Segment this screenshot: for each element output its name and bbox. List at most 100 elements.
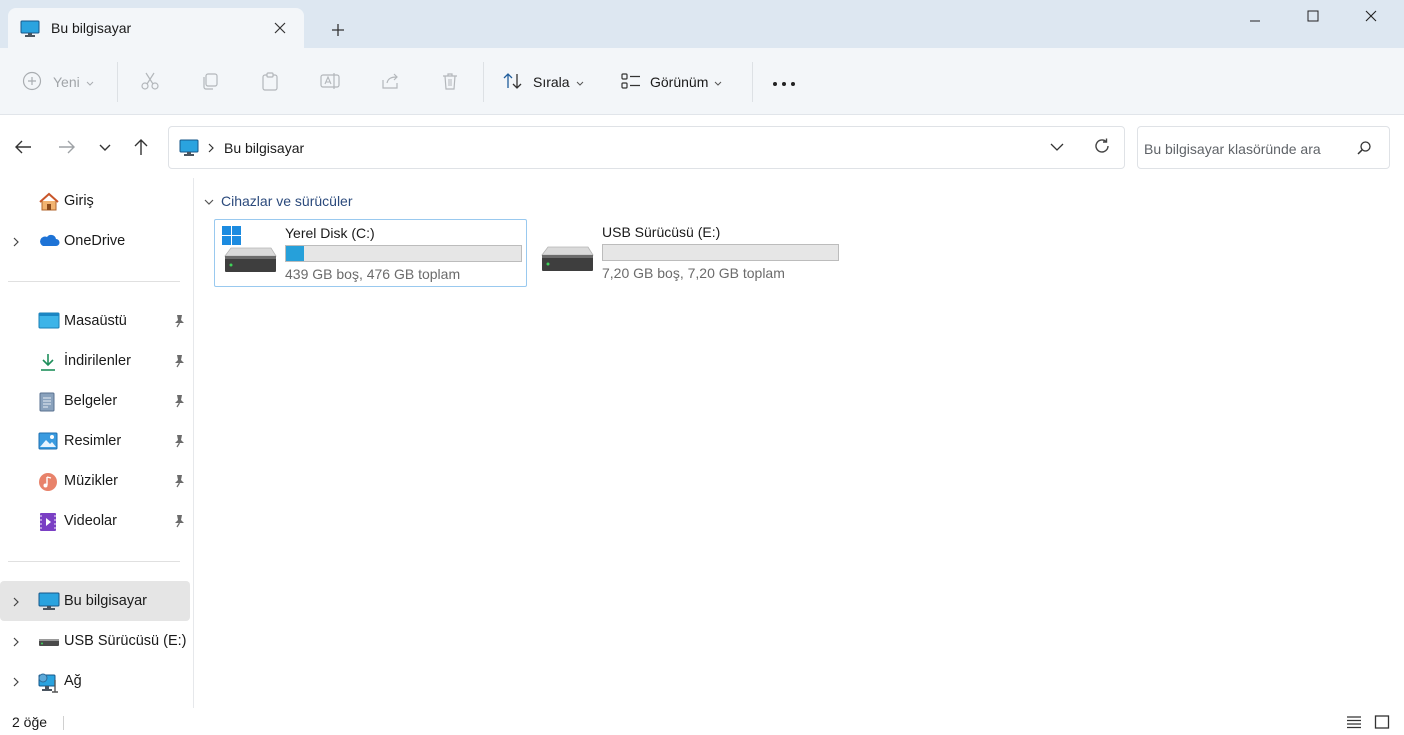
cut-button[interactable] [140,64,160,100]
sidebar-item-label: İndirilenler [64,353,131,369]
title-bar: Bu bilgisayar [0,0,1404,48]
sort-label: Sırala [533,74,570,90]
pictures-icon [38,432,58,452]
search-icon[interactable] [1356,140,1372,159]
drive-tile-c[interactable]: Yerel Disk (C:) 439 GB boş, 476 GB topla… [214,219,527,287]
system-drive-icon [221,226,277,276]
tiles-view-icon[interactable] [1374,714,1390,733]
document-icon [38,392,58,412]
address-history-icon[interactable] [1049,139,1065,158]
refresh-icon[interactable] [1093,137,1111,158]
view-button[interactable]: Görünüm [620,64,722,100]
maximize-button[interactable] [1284,0,1342,32]
paste-button[interactable] [260,64,280,100]
sidebar-item-usb-drive[interactable]: USB Sürücüsü (E:) [0,621,190,661]
sidebar-divider [8,281,180,282]
breadcrumb-item[interactable]: Bu bilgisayar [224,140,304,156]
more-options-button[interactable] [772,64,796,100]
sidebar-item-label: Resimler [64,433,122,449]
chevron-right-icon[interactable] [12,635,20,651]
address-row: Bu bilgisayar Bu bilgisayar klasöründe a… [0,116,1404,178]
clipboard-icon [260,71,280,94]
sidebar-item-onedrive[interactable]: OneDrive [0,221,190,261]
navigation-pane: Giriş OneDrive Masaüstü İndirilenler Bel… [0,178,194,708]
address-bar[interactable]: Bu bilgisayar [168,126,1125,169]
share-icon [380,71,400,94]
pin-icon[interactable] [173,514,185,531]
download-icon [38,352,58,372]
chevron-down-icon [203,193,215,209]
close-window-button[interactable] [1342,0,1400,32]
arrow-left-icon [14,139,32,158]
pin-icon[interactable] [173,354,185,371]
drive-space-info: 7,20 GB boş, 7,20 GB toplam [602,265,785,281]
copy-icon [200,71,220,94]
rename-icon [320,71,340,94]
more-icon [772,74,796,90]
trash-icon [440,71,460,94]
forward-button[interactable] [53,134,81,162]
new-button-label: Yeni [53,74,80,90]
pin-icon[interactable] [173,394,185,411]
delete-button[interactable] [440,64,460,100]
chevron-right-icon[interactable] [12,595,20,611]
drive-usage-fill [286,246,305,261]
details-view-icon[interactable] [1346,714,1362,733]
window-edge [1398,115,1404,708]
sort-button[interactable]: Sırala [502,64,584,100]
sidebar-divider [8,561,180,562]
sidebar-item-label: Bu bilgisayar [64,593,148,609]
sidebar-item-documents[interactable]: Belgeler [0,381,190,421]
up-button[interactable] [127,134,155,162]
sidebar-item-home[interactable]: Giriş [0,181,190,221]
sidebar-item-music[interactable]: Müzikler [0,461,190,501]
sidebar-item-this-pc[interactable]: Bu bilgisayar [0,581,190,621]
sidebar-item-label: Ağ [64,673,82,689]
new-tab-button[interactable] [322,14,354,46]
group-header-devices[interactable]: Cihazlar ve sürücüler [203,193,353,209]
music-icon [38,472,58,492]
chevron-right-icon[interactable] [12,675,20,691]
drive-usage-bar [602,244,839,261]
toolbar-divider [117,62,118,102]
sidebar-item-pictures[interactable]: Resimler [0,421,190,461]
sidebar-item-desktop[interactable]: Masaüstü [0,301,190,341]
file-list: Cihazlar ve sürücüler Yerel Disk (C:) 43… [195,178,1404,708]
toolbar-divider [752,62,753,102]
chevron-down-icon [576,74,584,90]
sidebar-item-label: OneDrive [64,233,126,249]
sidebar-item-label: USB Sürücüsü (E:) [64,633,187,649]
sidebar-item-label: Giriş [64,193,94,209]
drive-usage-bar [285,245,522,262]
sidebar-item-label: Belgeler [64,393,118,409]
new-button[interactable]: Yeni [22,64,94,100]
group-header-label: Cihazlar ve sürücüler [221,193,353,209]
pin-icon[interactable] [173,314,185,331]
copy-button[interactable] [200,64,220,100]
drive-tile-e[interactable]: USB Sürücüsü (E:) 7,20 GB boş, 7,20 GB t… [532,219,845,287]
chevron-right-icon[interactable] [12,235,20,251]
videos-icon [38,512,58,532]
sidebar-item-network[interactable]: Ağ [0,661,190,701]
back-button[interactable] [9,134,37,162]
network-icon [38,672,58,693]
pc-icon [179,139,199,160]
chevron-right-icon [207,141,215,157]
desktop-icon [38,312,60,332]
search-input[interactable]: Bu bilgisayar klasöründe ara [1137,126,1390,169]
tab-bu-bilgisayar[interactable]: Bu bilgisayar [8,8,304,48]
rename-button[interactable] [320,64,340,100]
status-bar: 2 öğe [0,708,1404,735]
toolbar-divider [483,62,484,102]
sidebar-item-videos[interactable]: Videolar [0,501,190,541]
drive-name: USB Sürücüsü (E:) [602,224,721,240]
recent-locations-button[interactable] [91,134,119,162]
command-bar: Yeni Sırala Görünüm [0,48,1404,115]
pin-icon[interactable] [173,434,185,451]
minimize-button[interactable] [1226,0,1284,32]
close-tab-icon[interactable] [270,18,290,38]
search-placeholder: Bu bilgisayar klasöründe ara [1144,141,1321,157]
pin-icon[interactable] [173,474,185,491]
sidebar-item-downloads[interactable]: İndirilenler [0,341,190,381]
share-button[interactable] [380,64,400,100]
